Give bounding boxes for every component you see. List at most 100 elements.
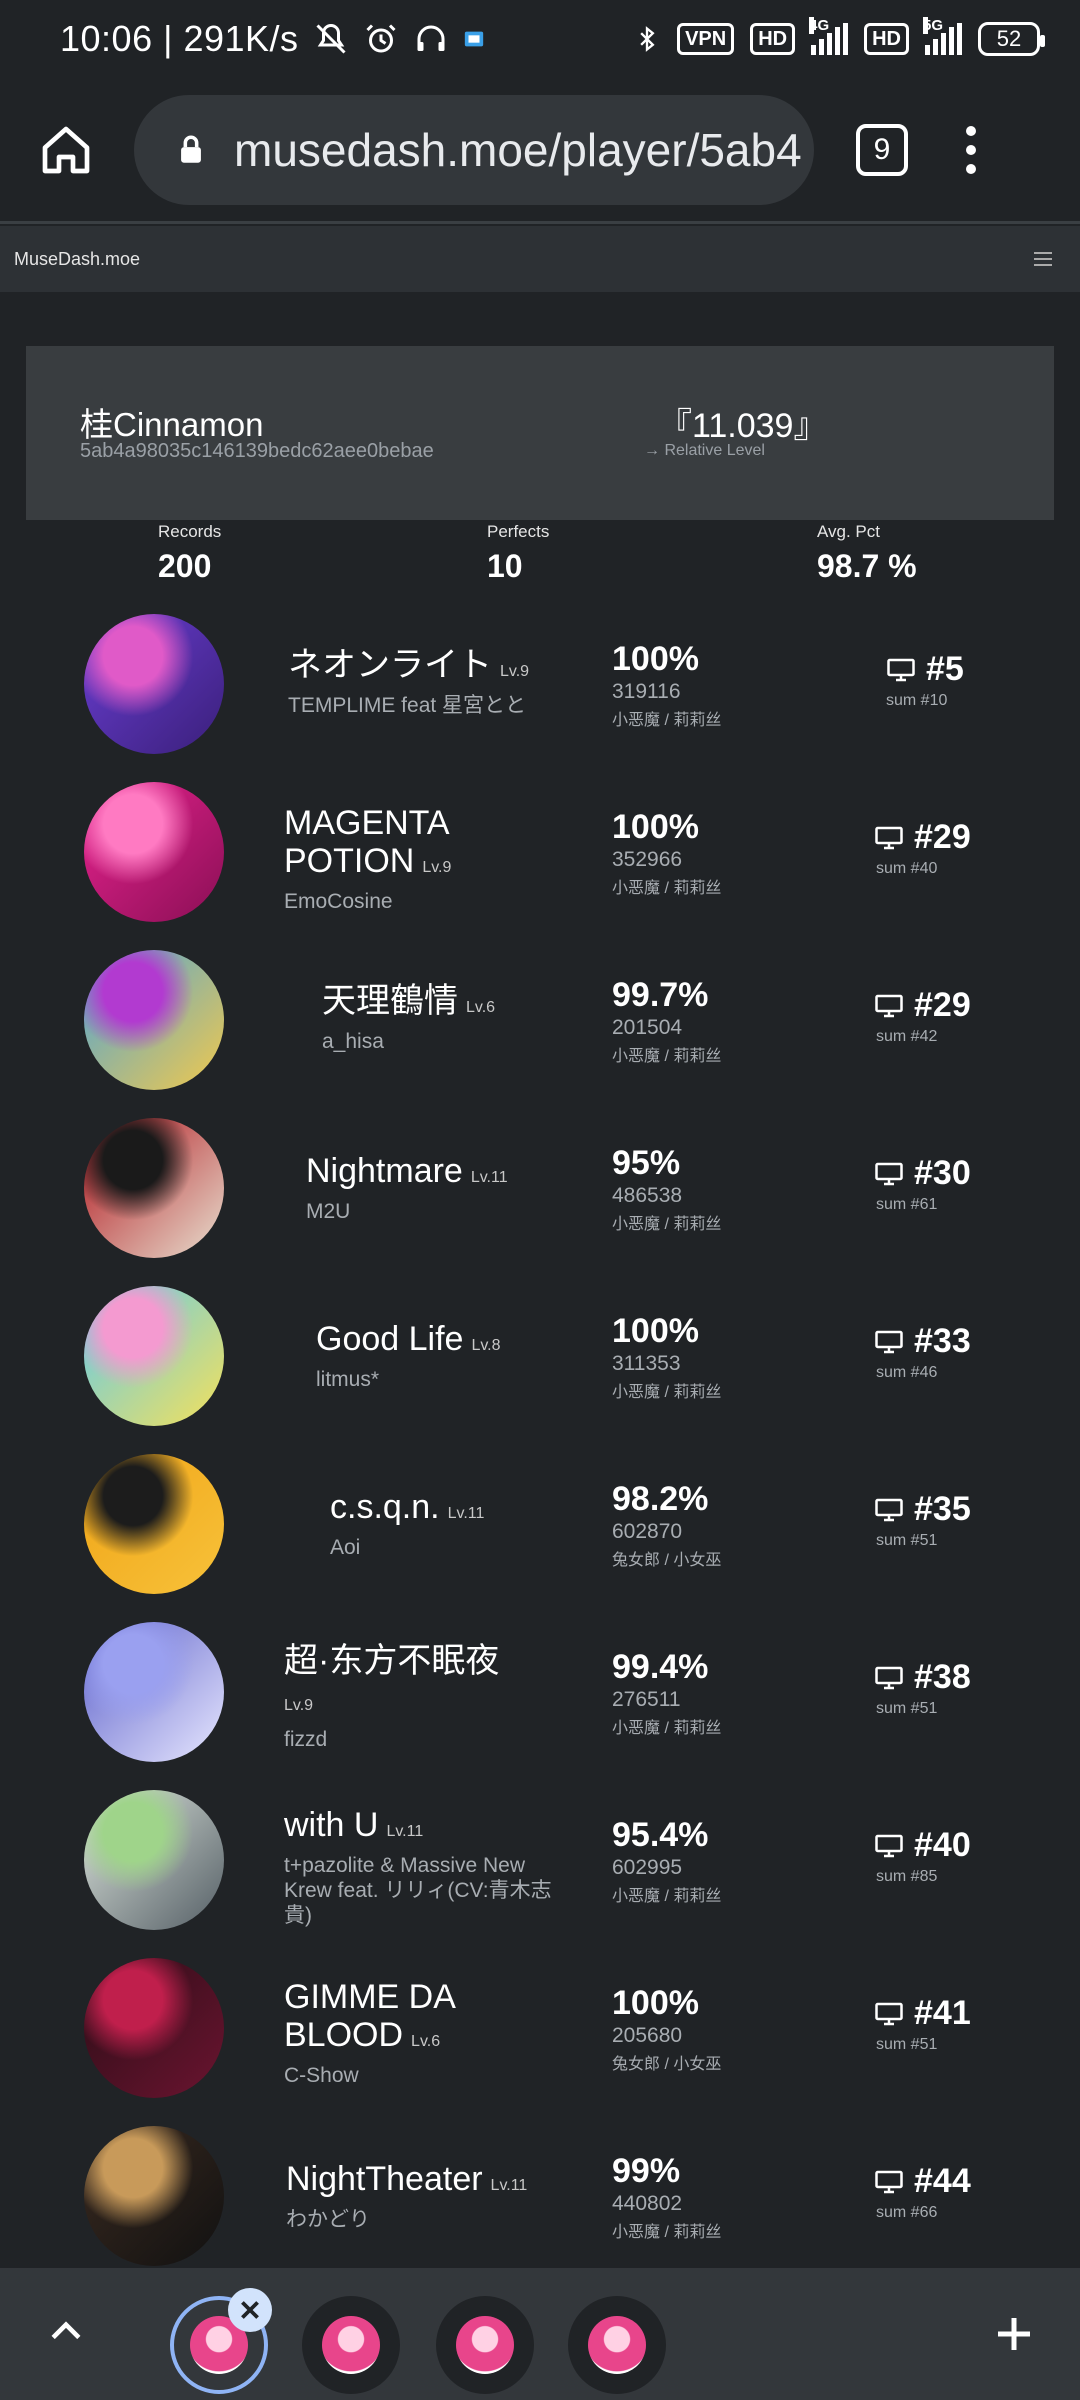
song-info: Good Life Lv.8 litmus* <box>316 1320 596 1392</box>
relative-level-value: 『11.039』 <box>658 407 828 445</box>
rank-container: #30 <box>874 1154 971 1193</box>
record-character: 小恶魔 / 莉莉丝 <box>612 1048 722 1065</box>
record-character: 小恶魔 / 莉莉丝 <box>612 1384 722 1401</box>
url-text[interactable]: musedash.moe/player/5ab4 <box>234 123 802 177</box>
song-artist: litmus* <box>316 1368 380 1391</box>
song-cover[interactable] <box>84 1622 224 1762</box>
song-cover[interactable] <box>84 782 224 922</box>
close-tab-button[interactable] <box>228 2288 272 2332</box>
rank-container: #29 <box>874 986 971 1025</box>
song-title[interactable]: GIMME DA BLOOD Lv.6 <box>284 1978 554 2061</box>
song-title[interactable]: ネオンライト Lv.9 <box>288 646 588 691</box>
hd-badge-2: HD <box>864 23 909 55</box>
signal-4g-icon: 4G <box>809 17 849 55</box>
record-row[interactable]: NightTheater Lv.11 わかどり 99% 440802 小恶魔 / … <box>0 2122 1080 2290</box>
song-title[interactable]: Nightmare Lv.11 <box>306 1152 596 1197</box>
song-info: MAGENTA POTION Lv.9 EmoCosine <box>284 804 584 914</box>
monitor-icon <box>887 658 915 681</box>
address-bar[interactable]: musedash.moe/player/5ab4 <box>134 94 814 205</box>
record-character: 兔女郎 / 小女巫 <box>612 2056 722 2073</box>
more-vert-icon <box>966 125 976 136</box>
song-title[interactable]: MAGENTA POTION Lv.9 <box>284 804 584 887</box>
browser-menu-button[interactable] <box>966 125 976 174</box>
tab-thumb-2[interactable] <box>302 2296 400 2394</box>
record-rank-sum: sum #51 <box>876 1532 938 1549</box>
battery-level: 52 <box>996 26 1022 51</box>
song-cover[interactable] <box>84 614 224 754</box>
song-title[interactable]: NightTheater Lv.11 <box>286 2160 586 2205</box>
record-row[interactable]: MAGENTA POTION Lv.9 EmoCosine 100% 352966… <box>0 778 1080 946</box>
browser-toolbar: musedash.moe/player/5ab4 9 <box>0 78 1080 224</box>
song-level: Lv.6 <box>411 2033 441 2050</box>
stat-records: Records 200 <box>158 522 221 585</box>
alarm-icon <box>365 24 396 53</box>
song-cover[interactable] <box>84 2126 224 2266</box>
stat-label: Perfects <box>487 522 550 541</box>
song-title[interactable]: with U Lv.11 <box>284 1806 554 1851</box>
record-rank-sum: sum #61 <box>876 1196 938 1213</box>
monitor-icon <box>875 2002 903 2025</box>
monitor-icon <box>875 2170 903 2193</box>
expand-tabs-button[interactable] <box>44 2310 88 2359</box>
tab-thumb-4[interactable] <box>568 2296 666 2394</box>
site-favicon-icon <box>588 2316 646 2374</box>
song-title[interactable]: 超·东方不眠夜 Lv.9 <box>284 1642 554 1725</box>
song-title-text[interactable]: 超·东方不眠夜 <box>284 1642 499 1680</box>
song-title-text[interactable]: 天理鶴情 <box>322 982 458 1020</box>
player-card: 桂Cinnamon 5ab4a98035c146139bedc62aee0beb… <box>26 346 1054 520</box>
record-rank-sum: sum #85 <box>876 1868 938 1885</box>
hamburger-menu-icon[interactable] <box>1034 252 1052 266</box>
tab-thumb-3[interactable] <box>436 2296 534 2394</box>
record-rank: #33 <box>914 1322 971 1360</box>
song-title-text[interactable]: Nightmare <box>306 1152 463 1190</box>
record-row[interactable]: c.s.q.n. Lv.11 Aoi 98.2% 602870 兔女郎 / 小女巫… <box>0 1450 1080 1618</box>
record-row[interactable]: GIMME DA BLOOD Lv.6 C-Show 100% 205680 兔女… <box>0 1954 1080 2122</box>
close-icon <box>241 2301 259 2319</box>
song-info: GIMME DA BLOOD Lv.6 C-Show <box>284 1978 554 2088</box>
record-rank: #30 <box>914 1154 971 1192</box>
record-character: 小恶魔 / 莉莉丝 <box>612 1720 722 1737</box>
tab-switcher-button[interactable]: 9 <box>856 123 908 176</box>
record-row[interactable]: Nightmare Lv.11 M2U 95% 486538 小恶魔 / 莉莉丝 … <box>0 1114 1080 1282</box>
status-left-icons <box>313 21 485 57</box>
record-row[interactable]: with U Lv.11 t+pazolite & Massive New Kre… <box>0 1786 1080 1954</box>
song-cover[interactable] <box>84 1958 224 2098</box>
song-title[interactable]: Good Life Lv.8 <box>316 1320 596 1365</box>
song-artist: M2U <box>306 1200 351 1223</box>
record-row[interactable]: 超·东方不眠夜 Lv.9 fizzd 99.4% 276511 小恶魔 / 莉莉丝… <box>0 1618 1080 1786</box>
song-title-text[interactable]: ネオンライト <box>288 646 492 684</box>
record-rank-sum: sum #10 <box>886 692 948 709</box>
song-artist: fizzd <box>284 1728 328 1751</box>
song-cover[interactable] <box>84 1118 224 1258</box>
bottom-tab-strip <box>0 2268 1080 2400</box>
record-accuracy: 95% <box>612 1144 681 1182</box>
song-title-text[interactable]: Good Life <box>316 1320 463 1358</box>
song-title[interactable]: 天理鶴情 Lv.6 <box>322 982 592 1027</box>
record-row[interactable]: Good Life Lv.8 litmus* 100% 311353 小恶魔 / … <box>0 1282 1080 1450</box>
record-score: 440802 <box>612 2192 683 2215</box>
rank-container: #5 <box>886 650 964 689</box>
lock-icon[interactable] <box>174 130 208 170</box>
monitor-icon <box>875 1498 903 1521</box>
song-cover[interactable] <box>84 1286 224 1426</box>
song-level: Lv.11 <box>447 1505 485 1522</box>
relative-level-label: → Relative Level <box>644 442 765 459</box>
song-title-text[interactable]: c.s.q.n. <box>330 1488 440 1526</box>
status-right-icons: VPN HD 4G HD 5G 52 <box>633 17 1045 57</box>
record-row[interactable]: ネオンライト Lv.9 TEMPLIME feat 星宮とと 100% 31911… <box>0 610 1080 778</box>
song-cover[interactable] <box>84 950 224 1090</box>
record-row[interactable]: 天理鶴情 Lv.6 a_hisa 99.7% 201504 小恶魔 / 莉莉丝 #… <box>0 946 1080 1114</box>
record-rank: #44 <box>914 2162 971 2200</box>
song-title-text[interactable]: with U <box>284 1806 378 1844</box>
song-cover[interactable] <box>84 1454 224 1594</box>
site-title[interactable]: MuseDash.moe <box>14 249 140 270</box>
home-button[interactable] <box>34 118 98 182</box>
song-title[interactable]: c.s.q.n. Lv.11 <box>330 1488 600 1533</box>
new-tab-button[interactable] <box>990 2310 1038 2363</box>
record-accuracy: 99% <box>612 2152 681 2190</box>
record-accuracy: 98.2% <box>612 1480 709 1518</box>
song-cover[interactable] <box>84 1790 224 1930</box>
record-character: 兔女郎 / 小女巫 <box>612 1552 722 1569</box>
song-title-text[interactable]: NightTheater <box>286 2160 483 2198</box>
record-rank-sum: sum #46 <box>876 1364 938 1381</box>
